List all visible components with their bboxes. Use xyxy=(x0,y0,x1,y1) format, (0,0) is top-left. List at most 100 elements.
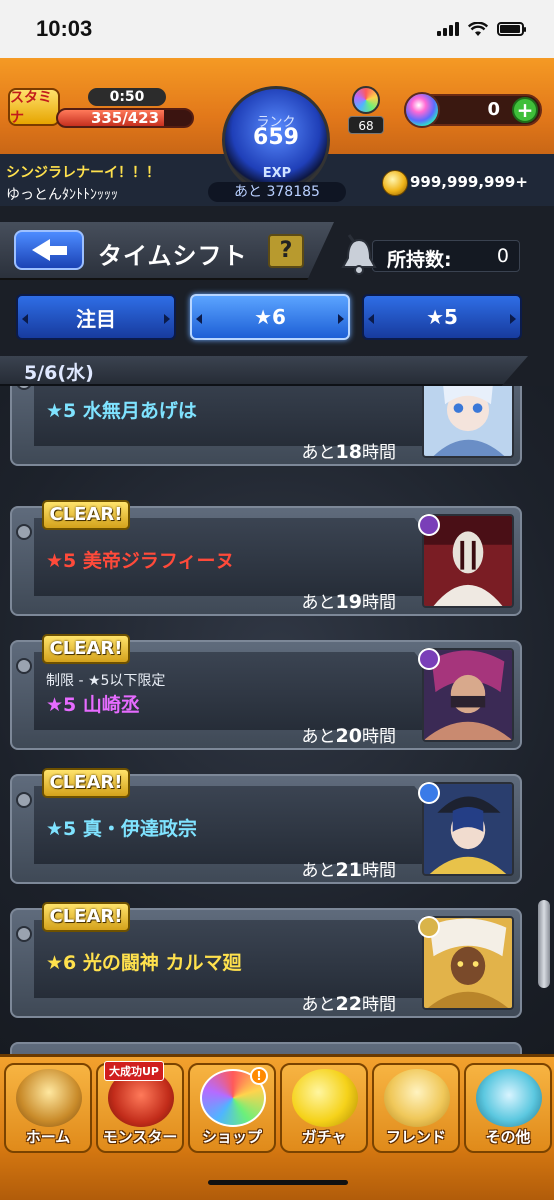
clear-badge: CLEAR! xyxy=(42,902,130,932)
time-hours: 19 xyxy=(335,591,362,613)
card-dot xyxy=(16,792,32,808)
home-indicator xyxy=(208,1180,348,1185)
quest-star: ★5 xyxy=(46,550,77,572)
quest-remaining-time: あと19時間 xyxy=(302,588,396,613)
quest-title: 美帝ジラフィーヌ xyxy=(82,550,235,572)
nav-other[interactable]: その他 xyxy=(464,1063,552,1153)
back-arrow-icon xyxy=(31,239,50,261)
time-suffix: 時間 xyxy=(362,995,396,1015)
quest-title: 真・伊達政宗 xyxy=(82,818,197,840)
time-suffix: 時間 xyxy=(362,443,396,463)
nav-label: モンスター xyxy=(102,1128,178,1146)
time-hours: 21 xyxy=(335,859,362,881)
nav-shop[interactable]: ! ショップ xyxy=(188,1063,276,1153)
time-suffix: 時間 xyxy=(362,727,396,747)
gacha-icon xyxy=(292,1069,358,1127)
top-hud: スタミナ 335/423 0:50 ランク 659 EXP あと 378185 … xyxy=(0,58,554,206)
quest-title: 光の闘神 カルマ廻 xyxy=(82,952,242,974)
owned-count-box: 所持数: 0 xyxy=(372,240,520,272)
orb-balance: 0 + xyxy=(404,92,542,128)
friend-icon xyxy=(384,1069,450,1127)
quest-card[interactable]: CLEAR! ★6 光の闘神 カルマ廻 あと22時間 xyxy=(10,902,522,1018)
time-suffix: 時間 xyxy=(362,593,396,613)
status-icons xyxy=(437,21,526,37)
exp-label: EXP xyxy=(262,166,292,181)
shop-alert-badge: ! xyxy=(250,1067,268,1085)
exp-remaining: あと 378185 xyxy=(208,182,346,202)
quest-remaining-time: あと18時間 xyxy=(302,438,396,463)
nav-friend[interactable]: フレンド xyxy=(372,1063,460,1153)
add-orb-button[interactable]: + xyxy=(512,97,538,123)
back-arrow-tail xyxy=(48,245,67,255)
quest-remaining-time: あと20時間 xyxy=(302,722,396,747)
other-menu-icon xyxy=(476,1069,542,1127)
rank-value: 659 xyxy=(253,125,299,150)
status-time: 10:03 xyxy=(36,16,93,41)
quest-title: 水無月あげは xyxy=(82,400,197,422)
nav-label: ガチャ xyxy=(301,1128,347,1146)
element-icon xyxy=(418,916,440,938)
time-hours: 18 xyxy=(335,441,362,463)
monster-portrait xyxy=(422,386,514,458)
time-suffix: 時間 xyxy=(362,861,396,881)
tab-star5[interactable]: ★5 xyxy=(362,294,522,340)
quest-list[interactable]: ★5 水無月あげは あと18時間 CLEAR! ★5 美帝ジラフィーヌ あと19… xyxy=(0,386,554,1054)
nav-label: フレンド xyxy=(385,1128,446,1146)
gold-coin-icon xyxy=(382,170,408,196)
card-dot xyxy=(16,524,32,540)
clear-badge: CLEAR! xyxy=(42,768,130,798)
quest-card[interactable] xyxy=(10,1042,522,1054)
nav-gacha[interactable]: ガチャ xyxy=(280,1063,368,1153)
help-button[interactable]: ? xyxy=(268,234,304,268)
time-prefix: あと xyxy=(301,727,336,747)
tab-featured[interactable]: 注目 xyxy=(16,294,176,340)
time-prefix: あと xyxy=(301,593,336,613)
element-icon xyxy=(418,648,440,670)
filter-tabs: 注目 ★6 ★5 xyxy=(0,290,554,346)
battery-icon xyxy=(497,22,526,36)
player-title: シンジラレナーイ！！！ xyxy=(6,165,160,181)
quest-name: ★5 山崎丞 xyxy=(46,690,140,717)
quest-card[interactable]: CLEAR! ★5 真・伊達政宗 あと21時間 xyxy=(10,768,522,884)
time-prefix: あと xyxy=(301,861,336,881)
stamina-timer: 0:50 xyxy=(88,88,166,106)
quest-card[interactable]: ★5 水無月あげは あと18時間 xyxy=(10,386,522,466)
nav-label: その他 xyxy=(485,1128,531,1146)
orb-slot-icon xyxy=(352,86,380,114)
page-title: タイムシフト xyxy=(98,242,248,270)
wifi-icon xyxy=(468,21,488,36)
quest-remaining-time: あと22時間 xyxy=(302,990,396,1015)
quest-card[interactable]: CLEAR! 制限 - ★5以下限定 ★5 山崎丞 あと20時間 xyxy=(10,634,522,750)
quest-name: ★5 美帝ジラフィーヌ xyxy=(46,546,235,573)
owned-value: 0 xyxy=(496,245,509,267)
list-scrollbar[interactable] xyxy=(538,900,550,988)
owned-label: 所持数: xyxy=(387,249,452,271)
orb-icon xyxy=(404,92,440,128)
quest-card[interactable]: CLEAR! ★5 美帝ジラフィーヌ あと19時間 xyxy=(10,500,522,616)
date-label: 5/6(水) xyxy=(24,362,94,384)
card-dot xyxy=(16,926,32,942)
clear-badge: CLEAR! xyxy=(42,634,130,664)
gold-value: 999,999,999+ xyxy=(410,173,528,191)
stamina-gauge[interactable]: 335/423 0:50 xyxy=(56,88,194,130)
quest-name: ★6 光の闘神 カルマ廻 xyxy=(46,948,242,975)
element-icon xyxy=(418,514,440,536)
time-prefix: あと xyxy=(301,443,336,463)
clear-badge: CLEAR! xyxy=(42,500,130,530)
title-bar: タイムシフト ? 所持数: 0 xyxy=(0,214,554,280)
orb-slot[interactable]: 68 xyxy=(346,86,386,134)
back-button[interactable] xyxy=(14,230,84,270)
nav-home[interactable]: ホーム xyxy=(4,1063,92,1153)
stamina-bar: 335/423 xyxy=(56,108,194,128)
time-hours: 20 xyxy=(335,725,362,747)
bell-icon xyxy=(341,234,377,275)
nav-label: ショップ xyxy=(201,1128,262,1146)
card-dot xyxy=(16,386,32,390)
nav-monster[interactable]: 大成功UP モンスター xyxy=(96,1061,184,1153)
tab-star6[interactable]: ★6 xyxy=(190,294,350,340)
nav-ribbon: 大成功UP xyxy=(104,1061,164,1081)
orb-value: 0 xyxy=(487,99,500,120)
quest-star: ★5 xyxy=(46,694,77,716)
stamina-value: 335/423 xyxy=(90,109,160,127)
card-dot xyxy=(16,658,32,674)
